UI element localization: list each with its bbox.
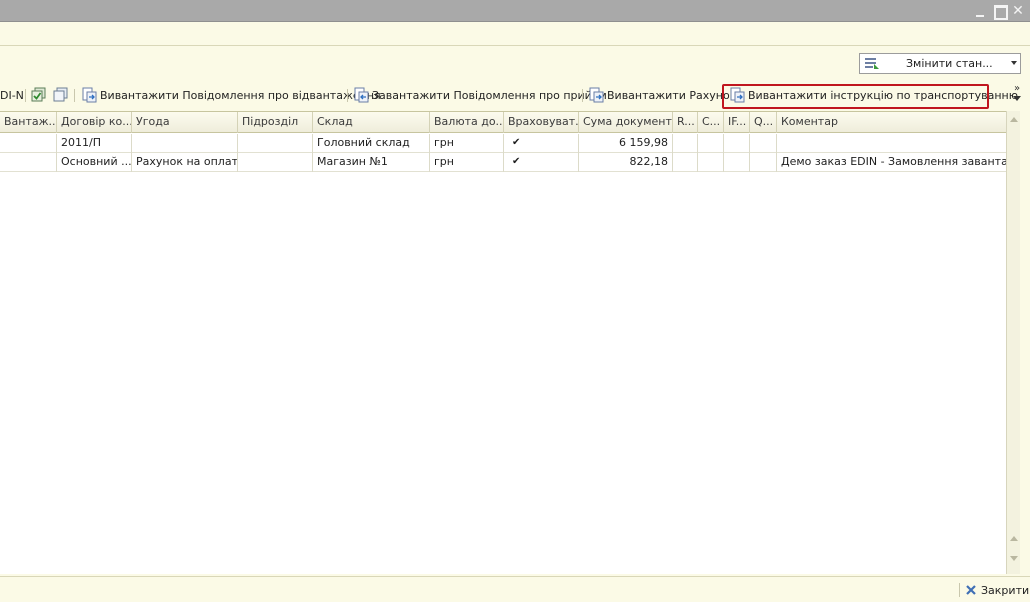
change-state-label: Змінити стан... [906, 57, 993, 70]
cell-if [724, 134, 750, 153]
export-doc-icon [589, 87, 604, 103]
minimize-icon[interactable] [972, 3, 988, 19]
export-invoice-label: Вивантажити Рахунок [607, 88, 737, 102]
double-chevron-icon: » [1013, 83, 1021, 94]
cell-dogovir: Основний ... [57, 153, 132, 172]
close-button[interactable]: Закрити [965, 582, 1029, 598]
maximize-icon[interactable] [991, 3, 1008, 20]
cell-komentar [777, 134, 1006, 153]
cell-pidrozdil [238, 153, 313, 172]
export-invoice-button[interactable]: Вивантажити Рахунок [588, 86, 736, 104]
cell-suma: 822,18 [579, 153, 673, 172]
window-close-icon[interactable]: ✕ [1010, 3, 1026, 19]
chevron-down-icon[interactable] [1011, 61, 1017, 65]
cell-suma: 6 159,98 [579, 134, 673, 153]
cell-uhoda [132, 134, 238, 153]
column-header[interactable]: Враховуват... [504, 112, 579, 133]
cell-sklad: Головний склад [313, 134, 430, 153]
scroll-down-icon[interactable] [1010, 556, 1018, 561]
column-header[interactable]: C... [698, 112, 724, 133]
state-change-icon [865, 58, 879, 69]
cell-q [750, 134, 777, 153]
check-all-icon [31, 87, 46, 102]
column-header[interactable]: IF... [724, 112, 750, 133]
table-row[interactable]: 2011/П Головний склад грн ✔ 6 159,98 [0, 134, 1006, 153]
checkmark-icon: ✔ [504, 153, 579, 172]
toolbar-more-button[interactable]: » [1009, 84, 1025, 101]
right-edge [1020, 111, 1030, 574]
highlight-box [722, 84, 989, 109]
state-panel: Змінити стан... [0, 46, 1030, 80]
close-button-label: Закрити [981, 583, 1030, 597]
column-header[interactable]: Договір ко... [57, 112, 132, 133]
cell-komentar: Демо заказ EDIN - Замовлення заванта... [781, 155, 1006, 168]
check-all-button[interactable] [31, 86, 50, 104]
scroll-up-icon[interactable] [1010, 536, 1018, 541]
cell-valuta: грн [430, 134, 504, 153]
uncheck-all-icon [53, 87, 68, 102]
import-receipt-notice-button[interactable]: Завантажити Повідомлення про прийом [353, 86, 607, 104]
cell-r [673, 153, 698, 172]
chevron-down-icon [1013, 96, 1021, 101]
column-header[interactable]: Q... [750, 112, 777, 133]
column-header[interactable]: Валюта до... [430, 112, 504, 133]
cell-dogovir: 2011/П [57, 134, 132, 153]
cell-pidrozdil [238, 134, 313, 153]
edi-menu-fragment[interactable]: DI-N [0, 86, 24, 104]
cell-uhoda: Рахунок на оплат... [132, 153, 238, 172]
import-receipt-notice-label: Завантажити Повідомлення про прийом [372, 88, 607, 102]
column-header[interactable]: Коментар [777, 112, 1006, 133]
vertical-scrollbar[interactable] [1006, 111, 1020, 574]
export-shipment-notice-label: Вивантажити Повідомлення про відвантажен… [100, 88, 381, 102]
column-header[interactable]: R... [673, 112, 698, 133]
table-row[interactable]: Основний ... Рахунок на оплат... Магазин… [0, 153, 1006, 172]
window-titlebar: ✕ [0, 0, 1030, 22]
checkmark-icon: ✔ [504, 134, 579, 153]
change-state-dropdown[interactable]: Змінити стан... [859, 53, 1021, 74]
top-band [0, 22, 1030, 46]
cell-vantazh [0, 134, 57, 153]
import-doc-icon [354, 87, 369, 103]
column-header[interactable]: Вантаж... [0, 112, 57, 133]
toolbar-separator [74, 89, 75, 102]
cell-r [673, 134, 698, 153]
column-header[interactable]: Підрозділ [238, 112, 313, 133]
close-x-icon [966, 585, 976, 595]
toolbar-separator [347, 89, 348, 102]
export-shipment-notice-button[interactable]: Вивантажити Повідомлення про відвантажен… [81, 86, 381, 104]
documents-table[interactable]: Вантаж... Договір ко... Угода Підрозділ … [0, 111, 1006, 574]
column-header[interactable]: Угода [132, 112, 238, 133]
cell-valuta: грн [430, 153, 504, 172]
cell-sklad: Магазин №1 [313, 153, 430, 172]
cell-c [698, 134, 724, 153]
table-header: Вантаж... Договір ко... Угода Підрозділ … [0, 112, 1006, 133]
footer-separator [959, 583, 960, 597]
toolbar-separator [25, 89, 26, 102]
edi-menu-label: DI-N [0, 88, 24, 102]
footer-bar: Закрити [0, 576, 1030, 602]
scroll-up-icon[interactable] [1010, 117, 1018, 122]
column-header[interactable]: Сума документу [579, 112, 673, 133]
column-header[interactable]: Склад [313, 112, 430, 133]
toolbar-separator [582, 89, 583, 102]
cell-if [724, 153, 750, 172]
export-doc-icon [82, 87, 97, 103]
cell-vantazh [0, 153, 57, 172]
uncheck-all-button[interactable] [53, 86, 72, 104]
cell-q [750, 153, 777, 172]
cell-c [698, 153, 724, 172]
